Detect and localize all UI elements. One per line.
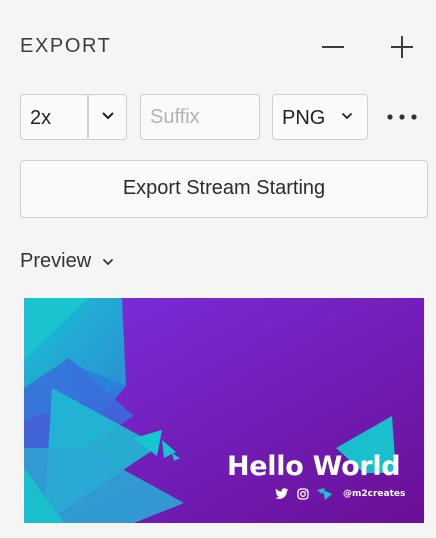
scale-value: 2x [30, 107, 52, 129]
twitch-icon [317, 488, 332, 500]
instagram-icon [297, 488, 309, 500]
scale-select[interactable]: 2x [20, 94, 127, 140]
more-options-button[interactable] [384, 106, 420, 128]
social-row: @m2creates [275, 487, 405, 501]
export-button[interactable]: Export Stream Starting [20, 160, 428, 218]
chevron-down-icon[interactable] [101, 111, 115, 121]
preview-heading: Hello World [227, 451, 401, 482]
format-select[interactable]: PNG [272, 94, 368, 140]
social-handle: @m2creates [343, 489, 406, 499]
preview-label: Preview [20, 250, 92, 272]
more-horizontal-icon [387, 114, 417, 120]
scale-divider [87, 95, 89, 138]
remove-export-button[interactable] [320, 34, 346, 60]
minus-icon [322, 46, 344, 48]
section-title: EXPORT [20, 35, 112, 57]
suffix-input[interactable] [140, 94, 260, 140]
export-header: EXPORT [20, 34, 416, 60]
plus-icon [391, 36, 413, 58]
format-value: PNG [282, 107, 326, 129]
preview-toggle[interactable]: Preview [20, 250, 114, 276]
add-export-button[interactable] [389, 34, 415, 60]
twitter-icon [275, 488, 289, 499]
export-preview-image: Hello World @m2creates [24, 298, 424, 523]
chevron-down-icon [102, 258, 113, 265]
chevron-down-icon [341, 112, 353, 120]
